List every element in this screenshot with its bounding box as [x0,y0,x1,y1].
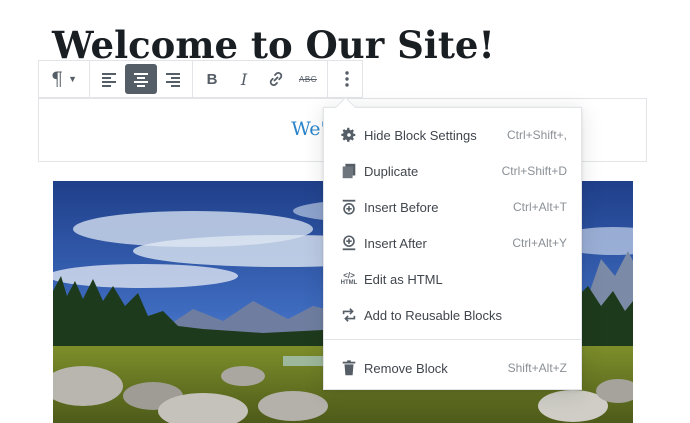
align-left-button[interactable] [93,64,125,94]
menu-item-shortcut: Ctrl+Alt+T [512,200,567,214]
italic-icon: I [240,69,248,89]
menu-item-label: Duplicate [364,163,419,179]
menu-item-duplicate[interactable]: Duplicate Ctrl+Shift+D [324,153,581,189]
align-right-icon [166,73,180,87]
menu-item-shortcut: Ctrl+Shift+, [506,128,567,142]
menu-item-label: Edit as HTML [364,271,443,287]
strikethrough-icon: ABC [299,74,317,84]
align-left-icon [102,73,116,87]
insert-after-icon [339,233,359,253]
code-brackets-icon: </> [343,270,355,280]
more-vertical-icon [345,71,349,87]
align-center-icon [134,73,148,87]
menu-item-edit-as-html[interactable]: </> HTML Edit as HTML [324,261,581,297]
duplicate-icon [339,161,359,181]
html-icon: </> HTML [339,269,359,289]
menu-item-insert-before[interactable]: Insert Before Ctrl+Alt+T [324,189,581,225]
menu-item-remove-block[interactable]: Remove Block Shift+Alt+Z [324,350,581,386]
menu-item-label: Remove Block [364,360,448,376]
menu-item-shortcut: Ctrl+Shift+D [501,164,567,178]
toolbar-group-more [328,61,366,97]
italic-button[interactable]: I [228,64,260,94]
paragraph-icon: ¶ [50,68,64,90]
paragraph-switcher-button[interactable]: ¶ ▼ [42,64,86,94]
bold-button[interactable]: B [196,64,228,94]
menu-divider [324,339,581,340]
toolbar-group-alignment [90,61,193,97]
menu-item-label: Insert Before [364,199,439,215]
menu-item-hide-block-settings[interactable]: Hide Block Settings Ctrl+Shift+, [324,117,581,153]
link-button[interactable] [260,64,292,94]
more-options-button[interactable] [331,64,363,94]
bold-icon: B [206,70,218,88]
html-icon-label: HTML [340,279,358,286]
menu-item-insert-after[interactable]: Insert After Ctrl+Alt+Y [324,225,581,261]
menu-item-label: Add to Reusable Blocks [364,307,503,323]
toolbar-group-formatting: B I ABC [193,61,328,97]
menu-item-label: Hide Block Settings [364,127,477,143]
strikethrough-button[interactable]: ABC [292,64,324,94]
link-icon [269,72,283,86]
trash-icon [339,358,359,378]
gear-icon [339,125,359,145]
toolbar-group-switcher: ¶ ▼ [39,61,90,97]
block-settings-menu: Hide Block Settings Ctrl+Shift+, Duplica… [323,107,582,390]
align-right-button[interactable] [157,64,189,94]
align-center-button[interactable] [125,64,157,94]
insert-before-icon [339,197,359,217]
menu-item-shortcut: Shift+Alt+Z [507,361,567,375]
menu-item-label: Insert After [364,235,427,251]
block-toolbar: ¶ ▼ B I ABC [38,60,363,98]
menu-item-add-to-reusable-blocks[interactable]: Add to Reusable Blocks [324,297,581,333]
menu-item-shortcut: Ctrl+Alt+Y [512,236,567,250]
reusable-icon [339,305,359,325]
chevron-down-icon: ▼ [68,74,77,84]
